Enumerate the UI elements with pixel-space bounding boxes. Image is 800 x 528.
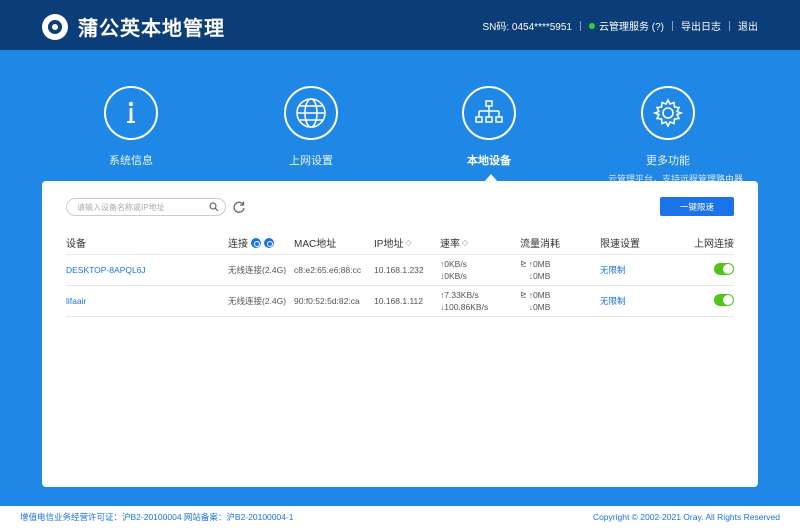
col-speed-label: 速率 [440, 239, 460, 250]
table-row: lifaair 无线连接(2.4G) 90:f0:52:5d:82:ca 10.… [66, 286, 734, 317]
export-log-link[interactable]: 导出日志 [681, 18, 721, 33]
nav-item-internet-settings[interactable]: 上网设置 [251, 86, 371, 168]
col-limit: 限速设置 [600, 239, 640, 250]
ip-address: 10.168.1.112 [374, 296, 423, 306]
cloud-service-link[interactable]: 云管理服务 (?) [599, 18, 664, 33]
header-actions: SN码: 0454****5951 云管理服务 (?) 导出日志 退出 [482, 18, 758, 33]
sort-icon: ◇ [462, 238, 469, 247]
traffic-down: ↓0MB [528, 271, 551, 281]
traffic-cell: ⊵ ↑0MB ↓0MB [520, 289, 600, 313]
device-name-link[interactable]: lifaair [66, 296, 228, 306]
speed-cell: ↑0KB/s ↓0KB/s [440, 258, 520, 282]
license-text: 增值电信业务经营许可证：沪B2-20100004 网站备案：沪B2-201000… [20, 512, 294, 522]
wired-filter-icon[interactable] [264, 237, 274, 248]
col-mac: MAC地址 [294, 239, 337, 250]
top-header: 蒲公英本地管理 SN码: 0454****5951 云管理服务 (?) 导出日志… [0, 0, 800, 50]
traffic-up: ↑0MB [528, 259, 551, 269]
online-toggle[interactable] [714, 263, 734, 275]
speed-down: ↓0KB/s [440, 271, 467, 281]
nav-label: 上网设置 [289, 155, 333, 167]
search-input[interactable] [77, 202, 209, 212]
chart-icon[interactable]: ⊵ [520, 258, 527, 282]
device-table: 设备 连接 MAC地址 IP地址 ◇ 速率 ◇ 流量消耗 限速设置 上网连接 D… [66, 231, 734, 317]
col-connection-label: 连接 [228, 239, 248, 250]
wifi-filter-icon[interactable] [251, 237, 261, 248]
info-icon [104, 86, 158, 140]
app-title: 蒲公英本地管理 [78, 18, 225, 40]
devices-panel: 一键限速 设备 连接 MAC地址 IP地址 ◇ 速率 ◇ 流量消耗 限速设置 上… [42, 181, 758, 487]
online-toggle[interactable] [714, 294, 734, 306]
col-ip-label: IP地址 [374, 239, 404, 250]
nav-label: 系统信息 [109, 155, 153, 167]
cloud-status-dot-icon [589, 22, 595, 29]
traffic-up: ↑0MB [528, 290, 551, 300]
mac-address: c8:e2:65:e6:88:cc [294, 265, 362, 275]
nav-item-local-devices[interactable]: 本地设备 [429, 86, 549, 168]
divider [672, 20, 673, 31]
online-cell [670, 294, 734, 308]
col-speed[interactable]: 速率 ◇ [440, 235, 520, 250]
main-nav: 系统信息 上网设置 本地设备 更多功能 云管理平台，支持远程管理路由器 [0, 86, 800, 185]
traffic-cell: ⊵ ↑0MB ↓0MB [520, 258, 600, 282]
refresh-icon[interactable] [232, 200, 246, 214]
copyright-text: Copyright © 2002-2021 Oray. All Rights R… [592, 512, 780, 522]
gear-icon [641, 86, 695, 140]
table-header: 设备 连接 MAC地址 IP地址 ◇ 速率 ◇ 流量消耗 限速设置 上网连接 [66, 231, 734, 255]
col-connection: 连接 [228, 235, 294, 250]
online-cell [670, 263, 734, 277]
connection-type: 无线连接(2.4G) [228, 296, 287, 306]
speed-up: ↑0KB/s [440, 259, 467, 269]
traffic-down: ↓0MB [528, 302, 551, 312]
ip-address: 10.168.1.232 [374, 265, 424, 275]
nav-label: 更多功能 [646, 155, 690, 167]
network-icon [462, 86, 516, 140]
speed-up: ↑7.33KB/s [440, 290, 479, 300]
logout-link[interactable]: 退出 [738, 18, 758, 33]
sn-label: SN码: 0454****5951 [482, 22, 572, 33]
search-icon[interactable] [209, 202, 219, 212]
speed-cell: ↑7.33KB/s ↓100.86KB/s [440, 289, 520, 313]
nav-item-more-features[interactable]: 更多功能 云管理平台，支持远程管理路由器 [608, 86, 743, 185]
globe-icon [284, 86, 338, 140]
nav-label: 本地设备 [467, 155, 511, 167]
connection-type: 无线连接(2.4G) [228, 265, 287, 275]
mac-address: 90:f0:52:5d:82:ca [294, 296, 360, 306]
limit-setting-link[interactable]: 无限制 [600, 264, 670, 276]
brand: 蒲公英本地管理 [42, 12, 225, 41]
logo-icon [42, 13, 68, 40]
speed-down: ↓100.86KB/s [440, 302, 489, 312]
divider [729, 20, 730, 31]
footer: 增值电信业务经营许可证：沪B2-20100004 网站备案：沪B2-201000… [0, 506, 800, 528]
col-ip[interactable]: IP地址 ◇ [374, 235, 440, 250]
device-name-link[interactable]: DESKTOP-8APQL6J [66, 265, 228, 275]
sort-icon: ◇ [405, 238, 412, 247]
one-key-limit-button[interactable]: 一键限速 [660, 197, 734, 216]
table-row: DESKTOP-8APQL6J 无线连接(2.4G) c8:e2:65:e6:8… [66, 255, 734, 286]
divider [580, 20, 581, 31]
limit-setting-link[interactable]: 无限制 [600, 295, 670, 307]
nav-item-system-info[interactable]: 系统信息 [71, 86, 191, 168]
col-traffic: 流量消耗 [520, 239, 560, 250]
col-online: 上网连接 [694, 239, 734, 250]
search-box [66, 198, 226, 216]
col-device: 设备 [66, 239, 86, 250]
chart-icon[interactable]: ⊵ [520, 289, 527, 313]
